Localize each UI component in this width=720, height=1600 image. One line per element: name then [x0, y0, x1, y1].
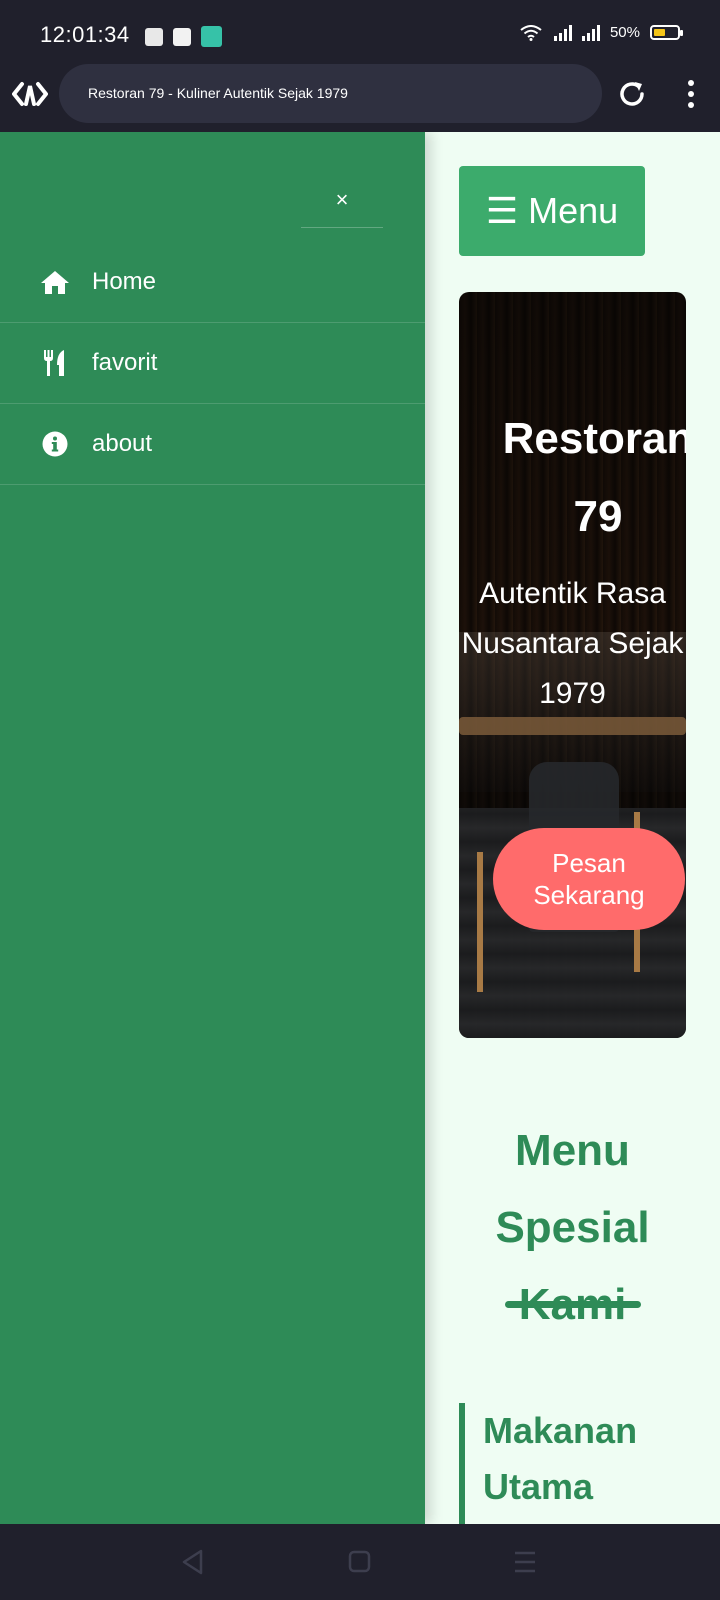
sidebar-item-home[interactable]: Home: [0, 242, 425, 323]
hero-banner: Restoran 79 Autentik Rasa Nusantara Seja…: [459, 292, 686, 1038]
battery-percent: 50%: [609, 24, 640, 41]
sidebar-item-label: Home: [92, 268, 157, 295]
shopping-bag-icon: [173, 27, 191, 46]
hero-subtitle: Autentik Rasa Nusantara Sejak 1979: [461, 577, 684, 710]
sidebar-close-button[interactable]: ×: [301, 172, 383, 228]
order-now-button[interactable]: Pesan Sekarang: [493, 828, 685, 930]
section-title-underline: [505, 1301, 641, 1308]
browser-toolbar: Restoran 79 - Kuliner Autentik Sejak 197…: [0, 58, 720, 132]
info-icon: [40, 429, 70, 459]
battery-fill: [654, 29, 665, 36]
hero-bg-table: [459, 717, 686, 735]
menu-toggle-button[interactable]: ☰ Menu: [459, 166, 645, 256]
address-bar[interactable]: Restoran 79 - Kuliner Autentik Sejak 197…: [59, 64, 602, 123]
hero-title: Restoran 79: [502, 414, 686, 541]
browser-logo-icon[interactable]: [12, 78, 48, 110]
signal-icon: [581, 24, 600, 41]
status-time: 12:01:34: [40, 22, 130, 47]
reload-icon[interactable]: [614, 76, 650, 112]
sidebar-item-about[interactable]: about: [0, 404, 425, 485]
recents-icon[interactable]: [510, 1548, 540, 1576]
wifi-icon: [520, 24, 542, 41]
discord-icon: [145, 27, 163, 46]
main-content: ☰ Menu Restoran 79 Autentik Rasa Nusanta…: [425, 132, 720, 1524]
hero-bg-chair-leg: [477, 852, 483, 992]
signal-icon: [553, 24, 572, 41]
section-title: Menu Spesial Kami: [495, 1126, 650, 1329]
status-icons: 50%: [520, 24, 683, 41]
page-viewport: × Home favorit about ☰ Menu Restoran 79 …: [0, 132, 720, 1524]
more-vert-icon[interactable]: [680, 76, 702, 112]
battery-icon: [650, 25, 683, 40]
home-square-icon[interactable]: [345, 1548, 375, 1576]
notification-icons: [145, 26, 222, 47]
sidebar-nav: Home favorit about: [0, 242, 425, 485]
sidebar-item-favorit[interactable]: favorit: [0, 323, 425, 404]
sidebar: × Home favorit about: [0, 132, 425, 1524]
system-navigation-bar: [0, 1524, 720, 1600]
chat-app-icon: [201, 26, 222, 47]
sidebar-item-label: favorit: [92, 349, 158, 376]
utensils-icon: [40, 348, 70, 378]
category-title: Makanan Utama: [459, 1403, 686, 1524]
home-icon: [40, 267, 70, 297]
sidebar-item-label: about: [92, 430, 153, 457]
back-icon[interactable]: [178, 1548, 208, 1576]
